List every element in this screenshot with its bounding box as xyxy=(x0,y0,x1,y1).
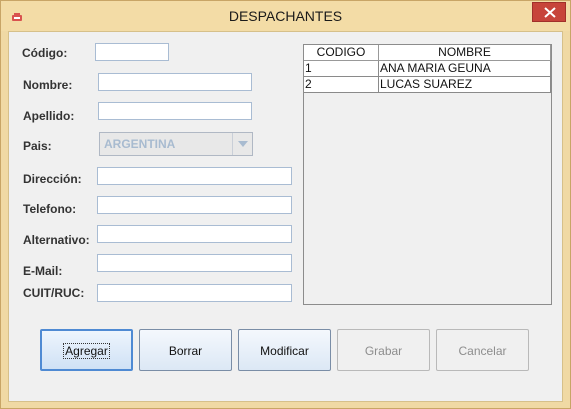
codigo-field[interactable] xyxy=(95,43,169,61)
telefono-field[interactable] xyxy=(97,196,292,214)
client-area: Código: Nombre: Apellido: Pais: Direcció… xyxy=(8,31,563,402)
agregar-button-label: Agregar xyxy=(63,343,110,359)
close-icon xyxy=(544,7,556,18)
window-title: DESPACHANTES xyxy=(228,8,343,24)
chevron-down-icon xyxy=(238,141,248,147)
pais-select-value: ARGENTINA xyxy=(104,137,176,151)
java-cup-icon xyxy=(11,10,25,21)
email-field[interactable] xyxy=(97,254,292,272)
apellido-field[interactable] xyxy=(98,102,252,120)
title-bar[interactable]: DESPACHANTES xyxy=(1,1,570,31)
close-button[interactable] xyxy=(532,2,566,22)
column-header-nombre[interactable]: NOMBRE xyxy=(379,45,551,61)
modificar-button[interactable]: Modificar xyxy=(238,329,331,371)
nombre-field[interactable] xyxy=(98,73,252,91)
direccion-field[interactable] xyxy=(97,167,292,185)
agregar-button[interactable]: Agregar xyxy=(40,329,133,371)
alternativo-label: Alternativo: xyxy=(23,233,90,247)
cancelar-button[interactable]: Cancelar xyxy=(436,329,529,371)
codigo-label: Código: xyxy=(22,46,68,60)
telefono-label: Telefono: xyxy=(23,202,77,216)
pais-select-arrow[interactable] xyxy=(232,133,252,155)
nombre-label: Nombre: xyxy=(23,78,73,92)
borrar-button[interactable]: Borrar xyxy=(139,329,232,371)
cuit-field[interactable] xyxy=(97,284,292,302)
alternativo-field[interactable] xyxy=(97,225,292,243)
table-cell-nombre: LUCAS SUAREZ xyxy=(379,77,551,93)
despachantes-table[interactable]: CODIGO NOMBRE 1 ANA MARIA GEUNA 2 LUCAS … xyxy=(303,44,552,305)
despachantes-window: DESPACHANTES Código: Nombre: Apellido: P… xyxy=(0,0,571,409)
grabar-button[interactable]: Grabar xyxy=(337,329,430,371)
table-cell-codigo: 2 xyxy=(304,77,379,93)
table-cell-nombre: ANA MARIA GEUNA xyxy=(379,61,551,77)
apellido-label: Apellido: xyxy=(23,109,75,123)
table-header: CODIGO NOMBRE xyxy=(304,45,551,61)
email-label: E-Mail: xyxy=(23,264,63,278)
table-cell-codigo: 1 xyxy=(304,61,379,77)
cuit-label: CUIT/RUC: xyxy=(23,286,85,300)
table-row[interactable]: 1 ANA MARIA GEUNA xyxy=(304,61,551,77)
direccion-label: Dirección: xyxy=(23,172,82,186)
pais-label: Pais: xyxy=(23,139,52,153)
column-header-codigo[interactable]: CODIGO xyxy=(304,45,379,61)
pais-select[interactable]: ARGENTINA xyxy=(99,132,253,156)
table-row[interactable]: 2 LUCAS SUAREZ xyxy=(304,77,551,93)
